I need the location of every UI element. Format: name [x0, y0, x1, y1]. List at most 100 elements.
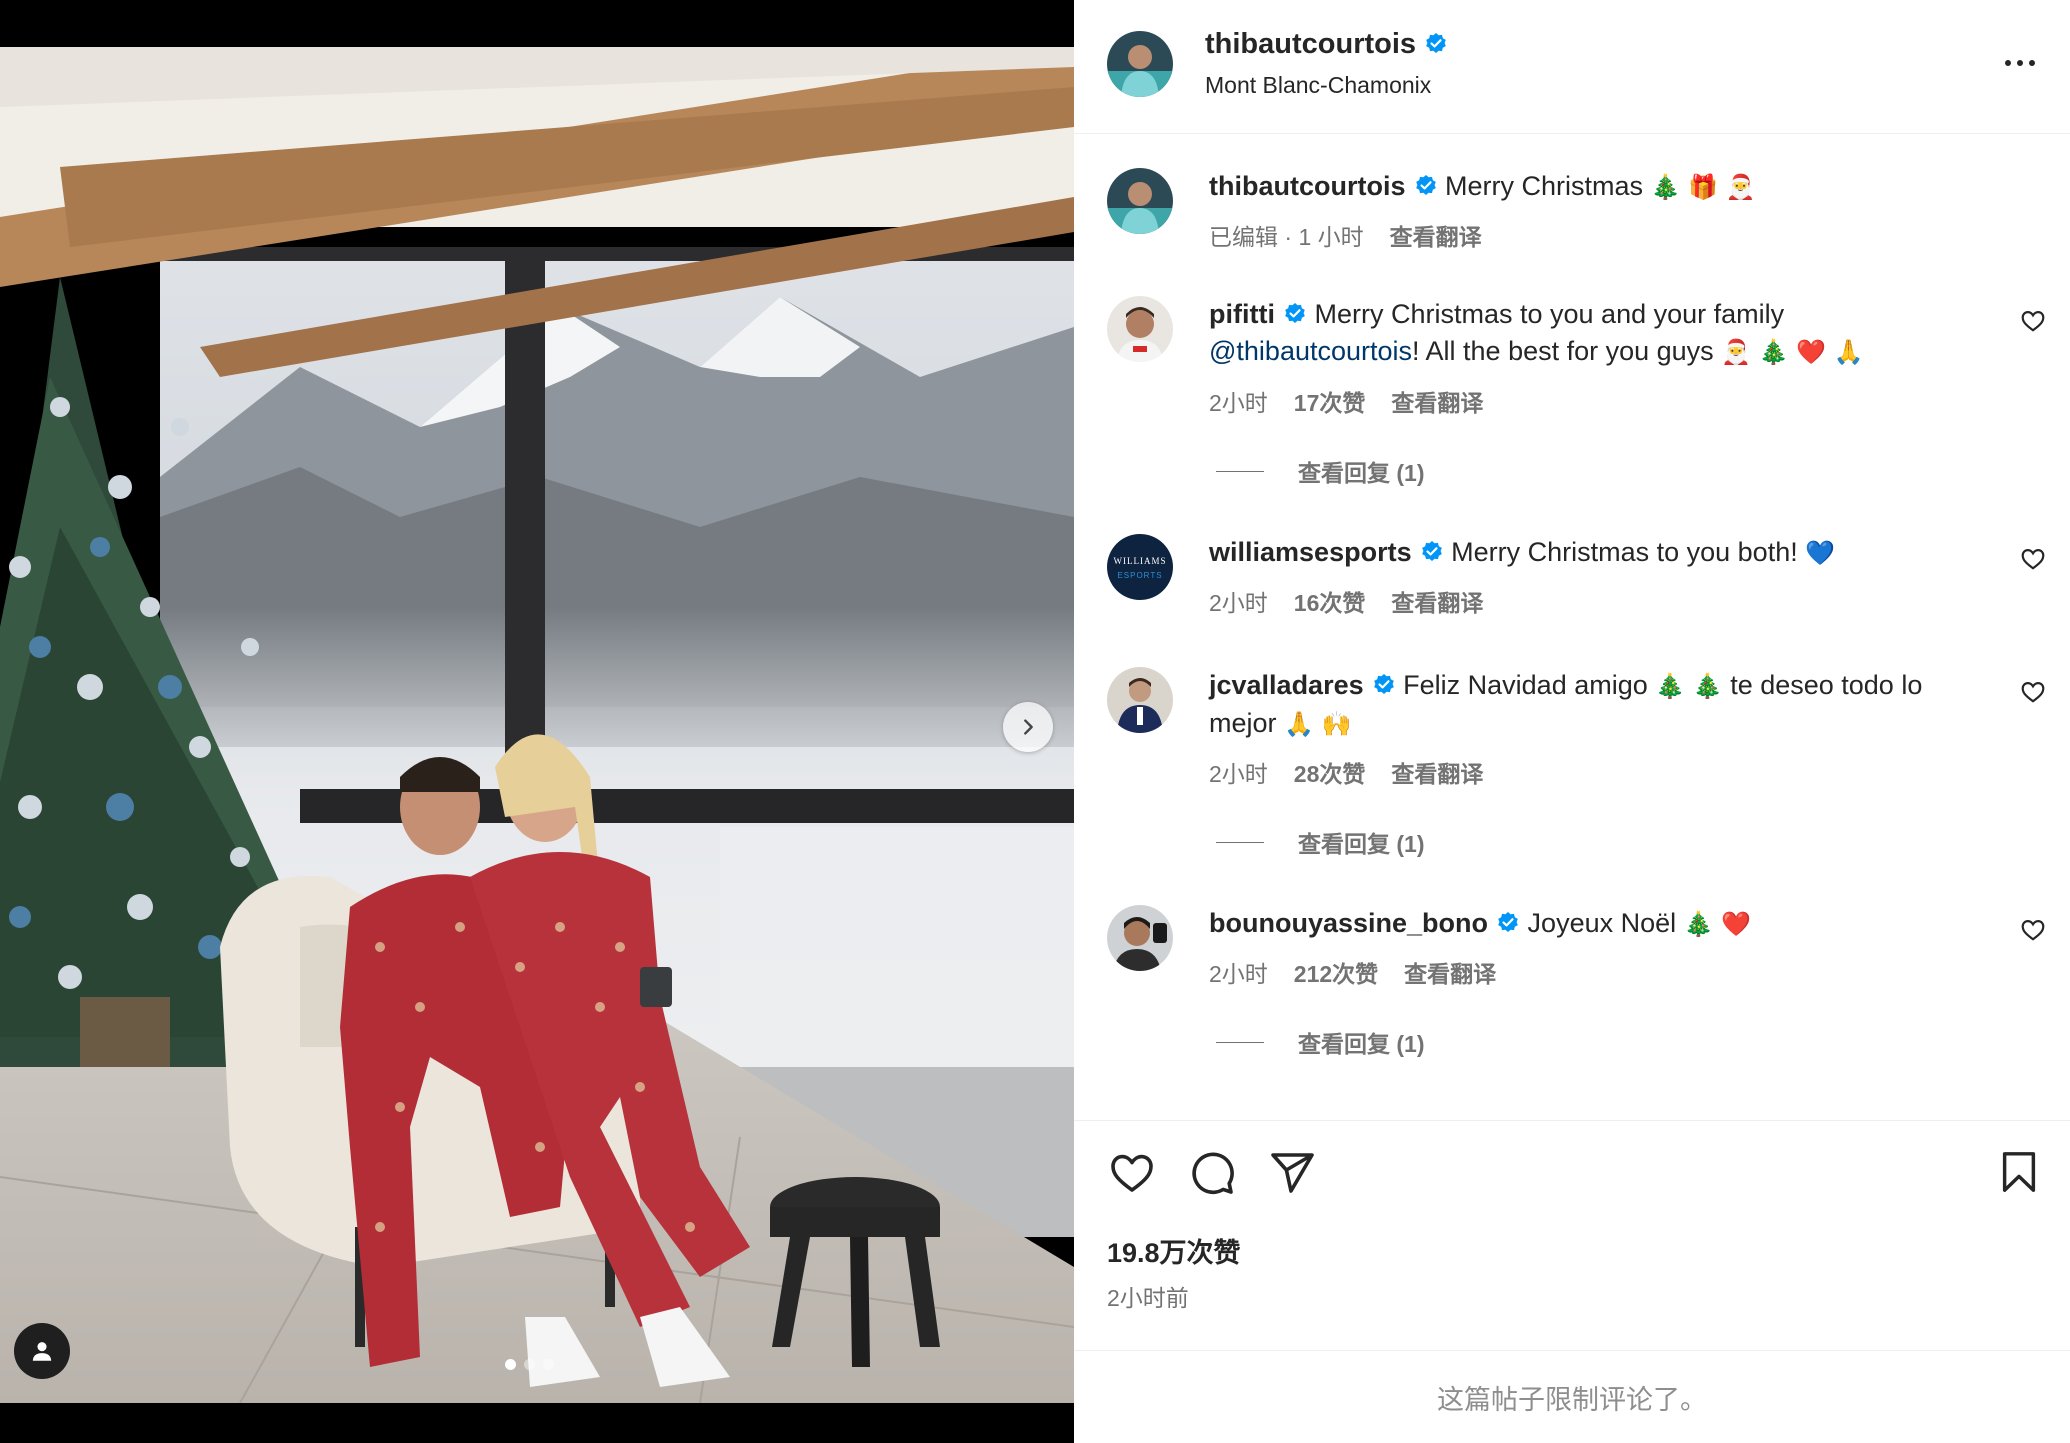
comments-list[interactable]: thibautcourtois Merry Christmas 🎄 🎁 🎅 已编… [1074, 134, 2070, 1120]
post-location[interactable]: Mont Blanc-Chamonix [1205, 72, 1431, 99]
comment-body: Merry Christmas to you and your family [1314, 299, 1785, 329]
caption-emojis: 🎄 🎁 🎅 [1650, 173, 1756, 201]
author-username-text[interactable]: thibautcourtois [1205, 28, 1416, 60]
post-media[interactable] [0, 0, 1074, 1443]
comment-icon[interactable] [1188, 1149, 1236, 1197]
share-icon[interactable] [1268, 1149, 1316, 1197]
comment-username[interactable]: pifitti [1209, 299, 1275, 329]
comment-like-heart-icon[interactable] [2020, 546, 2046, 572]
replies-line [1216, 841, 1264, 843]
post-side-panel: thibautcourtois Mont Blanc-Chamonix thib… [1074, 0, 2070, 1443]
chevron-right-icon [1024, 719, 1033, 735]
carousel-dot-1 [505, 1359, 516, 1370]
comment-time[interactable]: 2小时 [1209, 955, 1268, 989]
replies-line [1216, 470, 1264, 472]
commenter-avatar[interactable] [1107, 905, 1173, 971]
comment-body: Joyeux Noël [1527, 908, 1677, 938]
commenter-avatar[interactable] [1107, 296, 1173, 362]
comment-emojis-2: 🙏 🙌 [1284, 710, 1352, 738]
comment-likes-count[interactable]: 28次赞 [1294, 755, 1366, 789]
comments-limited-notice: 这篇帖子限制评论了。 [1074, 1350, 2070, 1443]
comment-meta: 2小时 212次赞 查看翻译 [1209, 955, 1496, 989]
comment-emojis: 🎄 🎄 [1655, 672, 1723, 700]
carousel-next-button[interactable] [1003, 702, 1053, 752]
comment-username[interactable]: jcvalladares [1209, 670, 1364, 700]
view-replies-label[interactable]: 查看回复 (1) [1298, 825, 1425, 859]
caption-username[interactable]: thibautcourtois [1209, 171, 1406, 201]
post-actions: 19.8万次赞 2小时前 [1074, 1120, 2070, 1350]
caption-meta: 已编辑 · 1 小时 查看翻译 [1209, 218, 1482, 252]
more-options-icon [2005, 60, 2011, 66]
comment-username[interactable]: bounouyassine_bono [1209, 908, 1488, 938]
comment-translate-button[interactable]: 查看翻译 [1391, 584, 1483, 618]
post-like-count[interactable]: 19.8万次赞 [1107, 1231, 1241, 1270]
comment-text: pifitti Merry Christmas to you and your … [1209, 296, 1969, 371]
comment-text: jcvalladares Feliz Navidad amigo 🎄 🎄 te … [1209, 667, 1969, 743]
user-tag-icon [32, 1342, 52, 1361]
carousel-dot-3 [543, 1359, 554, 1370]
verified-badge-icon [1421, 541, 1442, 561]
verified-badge-icon [1285, 303, 1305, 323]
carousel-dot-2 [524, 1359, 535, 1370]
view-replies-button[interactable]: 查看回复 (1) [1216, 454, 1425, 488]
carousel-indicator [505, 1359, 554, 1370]
author-avatar[interactable] [1107, 31, 1173, 97]
comment-body-cont: ! All the best for you guys [1412, 336, 1714, 366]
tagged-users-button[interactable] [14, 1323, 70, 1379]
williams-logo-line2: ESPORTS [1117, 571, 1162, 580]
comment-username[interactable]: williamsesports [1209, 537, 1412, 567]
more-dot [2029, 60, 2035, 66]
post-header: thibautcourtois Mont Blanc-Chamonix [1074, 0, 2070, 134]
comment-text: bounouyassine_bono Joyeux Noël 🎄 ❤️ [1209, 905, 1969, 943]
comment-text: williamsesports Merry Christmas to you b… [1209, 534, 1969, 572]
post-photo [0, 47, 1074, 1403]
commenter-avatar[interactable] [1107, 667, 1173, 733]
view-replies-label[interactable]: 查看回复 (1) [1298, 1025, 1425, 1059]
post-caption: thibautcourtois Merry Christmas 🎄 🎁 🎅 已编… [1074, 168, 2070, 278]
save-bookmark-icon[interactable] [1996, 1149, 2042, 1195]
post-timestamp[interactable]: 2小时前 [1107, 1279, 1189, 1313]
comment-likes-count[interactable]: 17次赞 [1294, 384, 1366, 418]
comment-item: bounouyassine_bono Joyeux Noël 🎄 ❤️ 2小时 … [1074, 905, 2070, 1105]
comment-body: Feliz Navidad amigo [1403, 670, 1648, 700]
caption-edited-time: 已编辑 · 1 小时 [1209, 224, 1364, 250]
verified-badge-icon [1498, 912, 1518, 932]
view-replies-label[interactable]: 查看回复 (1) [1298, 454, 1425, 488]
comment-likes-count[interactable]: 212次赞 [1294, 955, 1378, 989]
view-replies-button[interactable]: 查看回复 (1) [1216, 825, 1425, 859]
author-username[interactable]: thibautcourtois [1205, 28, 1448, 61]
comment-time[interactable]: 2小时 [1209, 755, 1268, 789]
comment-like-heart-icon[interactable] [2020, 308, 2046, 334]
comment-meta: 2小时 28次赞 查看翻译 [1209, 755, 1483, 789]
comment-translate-button[interactable]: 查看翻译 [1391, 755, 1483, 789]
commenter-avatar[interactable]: WILLIAMS ESPORTS [1107, 534, 1173, 600]
verified-badge-icon [1415, 175, 1436, 195]
caption-translate-button[interactable]: 查看翻译 [1390, 218, 1482, 252]
comment-like-heart-icon[interactable] [2020, 917, 2046, 943]
caption-text: thibautcourtois Merry Christmas 🎄 🎁 🎅 [1209, 168, 1969, 206]
like-heart-icon[interactable] [1108, 1149, 1156, 1197]
comment-item: jcvalladares Feliz Navidad amigo 🎄 🎄 te … [1074, 667, 2070, 907]
comment-emojis: 🎄 ❤️ [1683, 910, 1752, 938]
comment-mention-link[interactable]: @thibautcourtois [1209, 336, 1412, 366]
more-dot [2017, 60, 2023, 66]
comment-likes-count[interactable]: 16次赞 [1294, 584, 1366, 618]
comment-meta: 2小时 16次赞 查看翻译 [1209, 584, 1483, 618]
comment-time[interactable]: 2小时 [1209, 384, 1268, 418]
comment-body: Merry Christmas to you both! [1451, 537, 1798, 567]
more-options-button[interactable] [1999, 48, 2041, 78]
comment-item: pifitti Merry Christmas to you and your … [1074, 296, 2070, 536]
comment-like-heart-icon[interactable] [2020, 679, 2046, 705]
comment-translate-button[interactable]: 查看翻译 [1404, 955, 1496, 989]
comment-emojis: 🎅 🎄 ❤️ 🙏 [1721, 338, 1864, 366]
comment-meta: 2小时 17次赞 查看翻译 [1209, 384, 1483, 418]
verified-badge-icon [1426, 33, 1446, 53]
caption-author-avatar[interactable] [1107, 168, 1173, 234]
view-replies-button[interactable]: 查看回复 (1) [1216, 1025, 1425, 1059]
comment-item: WILLIAMS ESPORTS williamsesports Merry C… [1074, 534, 2070, 644]
comment-time[interactable]: 2小时 [1209, 584, 1268, 618]
williams-logo-line1: WILLIAMS [1114, 556, 1167, 566]
replies-line [1216, 1041, 1264, 1043]
comment-translate-button[interactable]: 查看翻译 [1391, 384, 1483, 418]
verified-badge-icon [1373, 674, 1394, 694]
